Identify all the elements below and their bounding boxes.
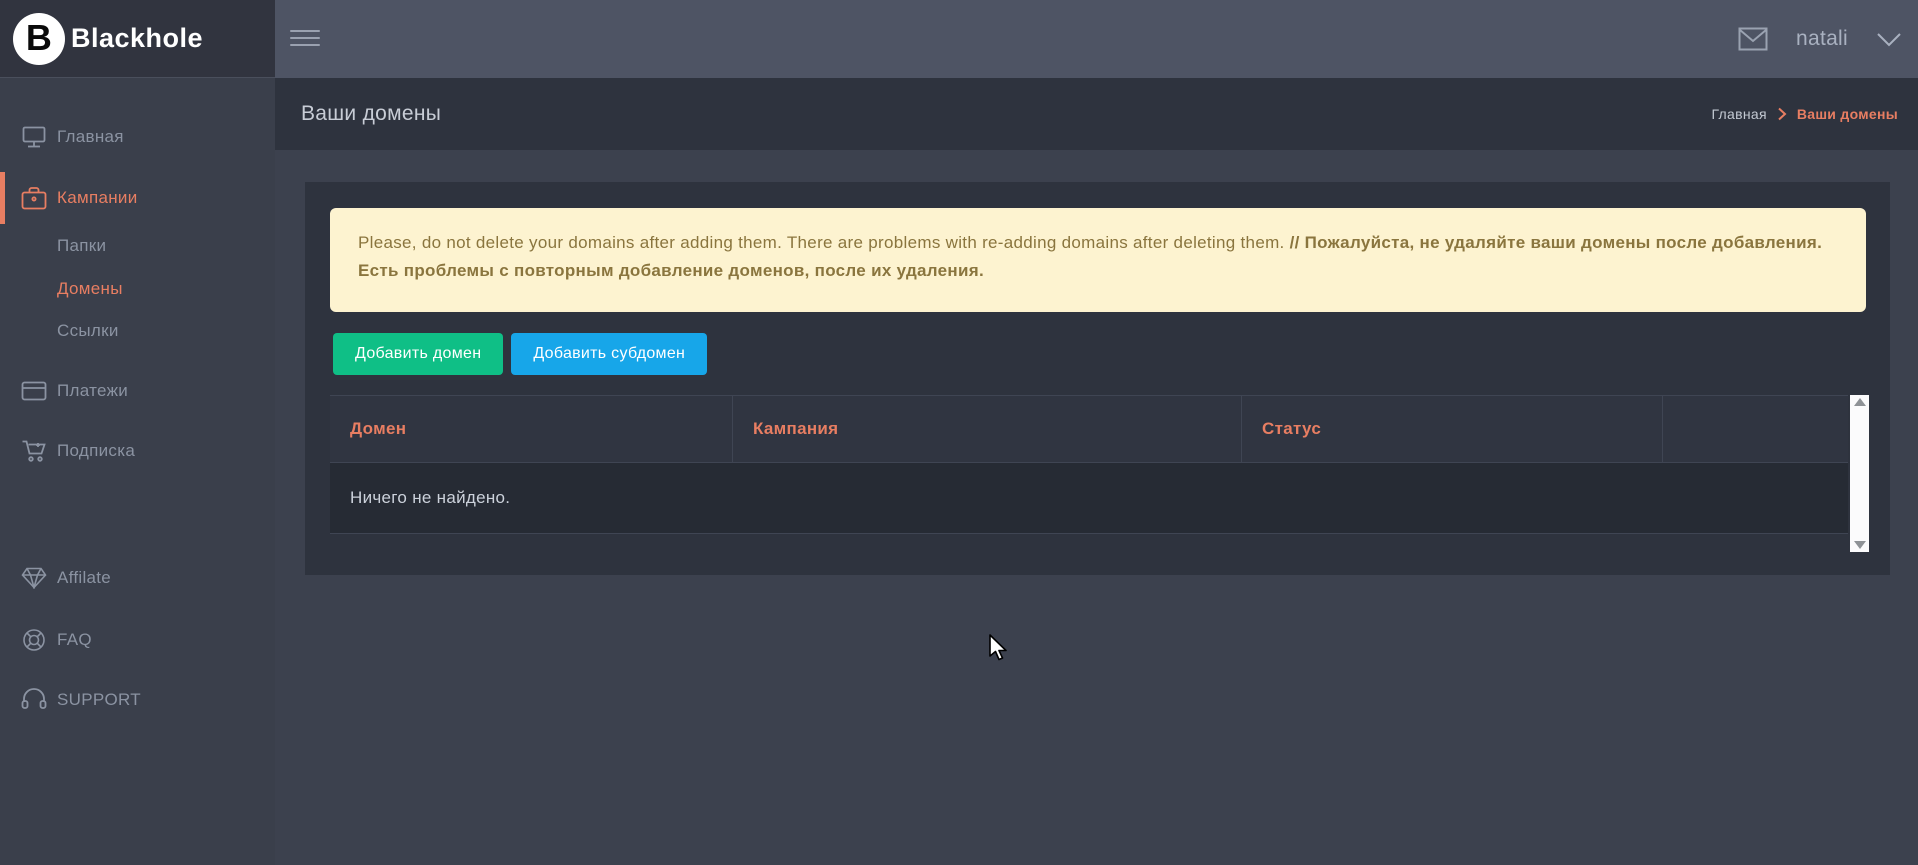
actions-row: Добавить домен Добавить субдомен — [333, 333, 707, 375]
sidebar: Главная Кампании Папки Домены Ссылки — [0, 78, 275, 865]
sidebar-item-support[interactable]: SUPPORT — [0, 678, 275, 722]
app-window: B Blackhole natali — [0, 0, 1918, 865]
table-empty-row: Ничего не найдено. — [330, 463, 1848, 534]
user-menu-chevron-down-icon[interactable] — [1876, 32, 1902, 47]
table-scrollbar[interactable] — [1850, 395, 1869, 552]
column-header-actions — [1663, 396, 1848, 462]
page-header: Ваши домены Главная Ваши домены — [275, 78, 1918, 150]
sidebar-item-label: Платежи — [57, 381, 128, 401]
table-header-row: Домен Кампания Статус — [330, 395, 1848, 463]
sidebar-item-label: Главная — [57, 127, 124, 147]
alert-text-en: Please, do not delete your domains after… — [358, 233, 1290, 252]
credit-card-icon — [21, 378, 47, 404]
brand-logo-letter: B — [26, 20, 52, 56]
username[interactable]: natali — [1796, 27, 1848, 51]
scroll-up-icon[interactable] — [1854, 398, 1866, 406]
sidebar-item-label: Кампании — [57, 188, 138, 208]
domains-table: Домен Кампания Статус Ничего не найдено. — [330, 395, 1848, 534]
sidebar-item-affiliate[interactable]: Affilate — [0, 556, 275, 600]
sidebar-item-payments[interactable]: Платежи — [0, 369, 275, 413]
column-header-campaign: Кампания — [733, 396, 1242, 462]
monitor-icon — [21, 124, 47, 150]
sidebar-subitem-label: Домены — [57, 279, 123, 299]
column-header-domain: Домен — [330, 396, 733, 462]
content-card: Please, do not delete your domains after… — [305, 182, 1890, 575]
sidebar-item-main[interactable]: Главная — [0, 115, 275, 159]
sidebar-item-label: SUPPORT — [57, 690, 141, 710]
briefcase-icon — [21, 185, 47, 211]
headset-icon — [21, 687, 47, 713]
sidebar-item-subscription[interactable]: Подписка — [0, 429, 275, 473]
breadcrumb-chevron-icon — [1777, 107, 1787, 121]
sidebar-subitem-folders[interactable]: Папки — [0, 228, 275, 264]
sidebar-item-label: Affilate — [57, 568, 111, 588]
domains-warning-alert: Please, do not delete your domains after… — [330, 208, 1866, 312]
scroll-down-icon[interactable] — [1854, 541, 1866, 549]
sidebar-item-label: FAQ — [57, 630, 92, 650]
breadcrumb-home-link[interactable]: Главная — [1711, 106, 1766, 122]
brand-name: Blackhole — [71, 23, 203, 54]
sidebar-item-label: Подписка — [57, 441, 135, 461]
cart-plus-icon — [21, 438, 47, 464]
breadcrumb-current: Ваши домены — [1797, 106, 1898, 122]
sidebar-item-campaigns[interactable]: Кампании — [0, 176, 275, 220]
breadcrumb: Главная Ваши домены — [1711, 78, 1898, 150]
add-subdomain-button[interactable]: Добавить субдомен — [511, 333, 707, 375]
brand-logo-icon: B — [13, 13, 65, 65]
sidebar-subitem-domains[interactable]: Домены — [0, 271, 275, 307]
mail-icon[interactable] — [1738, 27, 1768, 51]
add-domain-button[interactable]: Добавить домен — [333, 333, 503, 375]
life-ring-icon — [21, 627, 47, 653]
menu-toggle-icon[interactable] — [290, 25, 320, 51]
topbar: B Blackhole natali — [0, 0, 1918, 78]
sidebar-subitem-links[interactable]: Ссылки — [0, 313, 275, 349]
mouse-cursor — [988, 634, 1012, 662]
column-header-status: Статус — [1242, 396, 1663, 462]
sidebar-item-faq[interactable]: FAQ — [0, 618, 275, 662]
sidebar-subitem-label: Папки — [57, 236, 106, 256]
brand-logo[interactable]: B Blackhole — [0, 0, 275, 78]
topbar-right: natali — [1738, 0, 1902, 78]
gem-icon — [21, 565, 47, 591]
sidebar-subitem-label: Ссылки — [57, 321, 119, 341]
page-title: Ваши домены — [301, 78, 441, 150]
